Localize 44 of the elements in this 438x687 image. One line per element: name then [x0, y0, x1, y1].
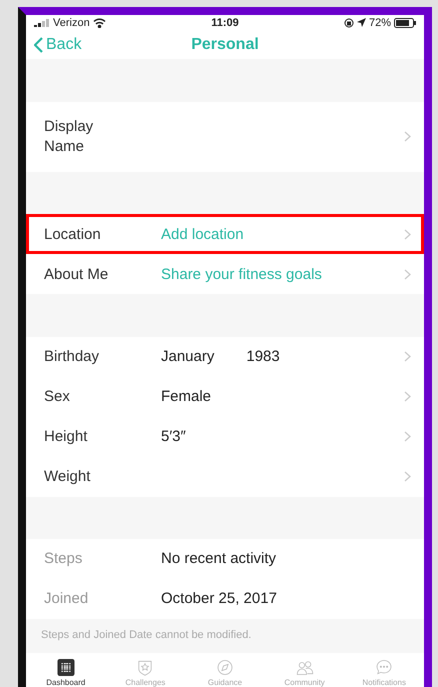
chevron-left-icon — [34, 36, 43, 53]
chevron-icon — [404, 471, 411, 482]
settings-row[interactable]: Weight — [26, 456, 424, 497]
row-label: Height — [44, 428, 88, 446]
row-label: Display Name — [44, 116, 94, 157]
row-hint: Share your fitness goals — [161, 266, 322, 283]
battery-icon — [394, 18, 416, 28]
chevron-icon — [404, 431, 411, 442]
chevron-icon — [404, 391, 411, 402]
settings-row[interactable]: Height 5′3″ — [26, 416, 424, 457]
row-label: Steps — [44, 550, 84, 568]
chevron-icon — [404, 268, 411, 280]
tab-bar-item[interactable]: Dashboard — [36, 659, 96, 687]
footnote-text: Steps and Joined Date cannot be modified. — [41, 628, 252, 641]
lock-rotation-icon — [344, 18, 354, 28]
chevron-icon — [404, 351, 411, 362]
location-arrow-icon — [356, 18, 366, 28]
settings-row[interactable]: About Me Share your fitness goals — [26, 254, 424, 294]
row-value: 1983 — [246, 348, 280, 366]
row-label: Weight — [44, 468, 92, 486]
highlighted-settings-row[interactable]: Location Add location — [26, 214, 424, 254]
settings-row[interactable]: Sex Female — [26, 376, 424, 417]
row-label: Sex — [44, 388, 71, 406]
signal-icon — [34, 18, 50, 27]
row-label: About Me — [44, 266, 110, 283]
row-value: Female — [161, 388, 212, 406]
clock-time: 11:09 — [211, 16, 239, 29]
row-label: Birthday — [44, 348, 100, 366]
battery-percent: 72% — [368, 16, 391, 29]
row-label: Location — [44, 226, 102, 243]
settings-row[interactable]: Birthday January 1983 — [26, 336, 424, 377]
chevron-icon — [404, 131, 411, 142]
row-label: Joined — [44, 590, 90, 608]
row-value: January — [161, 348, 214, 366]
row-hint: Add location — [161, 226, 244, 243]
settings-row[interactable]: Display Name — [26, 102, 424, 172]
wifi-icon — [92, 18, 106, 28]
row-value: No recent activity — [161, 550, 276, 568]
dots-grid-icon — [54, 659, 77, 676]
row-value: 5′3″ — [161, 428, 186, 446]
carrier-name: Verizon — [53, 16, 90, 29]
row-value: October 25, 2017 — [161, 590, 277, 608]
screen-title: Personal — [191, 36, 259, 53]
chevron-icon — [404, 228, 411, 240]
